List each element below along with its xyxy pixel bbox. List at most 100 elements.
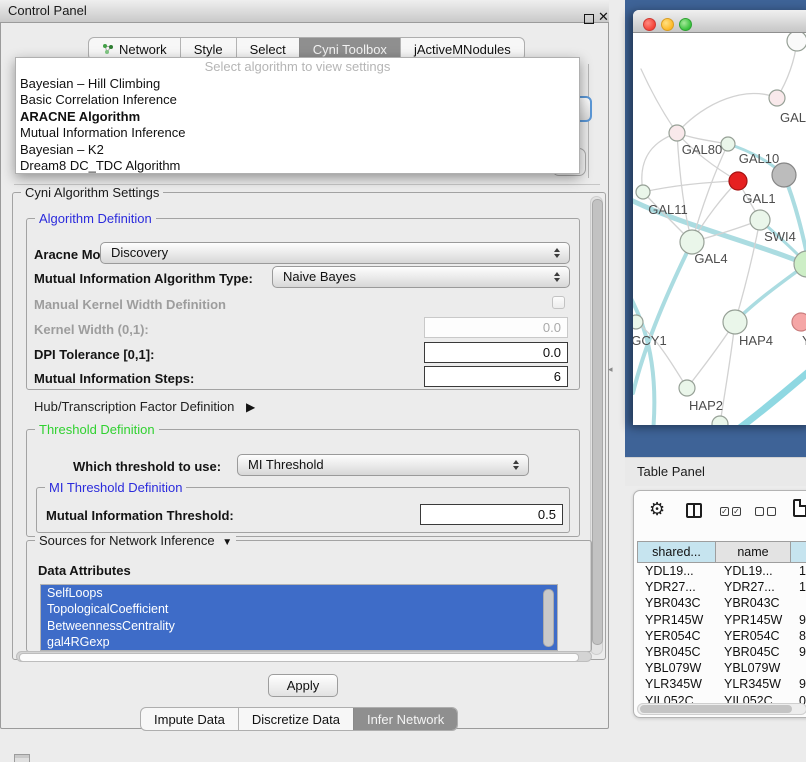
settings-hscrollbar-thumb[interactable] bbox=[19, 653, 579, 662]
manual-kernel-checkbox[interactable] bbox=[552, 296, 565, 309]
table-cell: YLR345W bbox=[716, 676, 791, 692]
algorithm-definition-title: Algorithm Definition bbox=[35, 211, 156, 226]
close-icon[interactable]: ✕ bbox=[598, 9, 609, 25]
algorithm-option[interactable]: Basic Correlation Inference bbox=[16, 92, 579, 108]
network-edge[interactable] bbox=[641, 69, 677, 133]
table-cell: YDL19... bbox=[716, 563, 791, 579]
stepper-arrows-icon bbox=[508, 460, 524, 470]
table-cell: YER054C bbox=[637, 628, 716, 644]
network-node[interactable] bbox=[769, 90, 785, 106]
tab-impute-data[interactable]: Impute Data bbox=[141, 708, 238, 730]
table-row[interactable]: YPR145WYPR145W9. bbox=[637, 612, 806, 628]
algorithm-option[interactable]: Mutual Information Inference bbox=[16, 125, 579, 141]
hub-definition-expander[interactable]: Hub/Transcription Factor Definition ▶ bbox=[34, 399, 255, 414]
mi-steps-input[interactable]: 6 bbox=[424, 366, 568, 387]
apply-button[interactable]: Apply bbox=[268, 674, 338, 697]
kernel-width-input[interactable]: 0.0 bbox=[424, 317, 568, 338]
new-table-icon[interactable] bbox=[793, 499, 806, 517]
table-row[interactable]: YBL079WYBL079W bbox=[637, 660, 806, 676]
aracne-mode-value: Discovery bbox=[101, 243, 549, 263]
sources-title-text: Sources for Network Inference bbox=[39, 533, 215, 548]
close-traffic-light-icon[interactable] bbox=[643, 18, 656, 31]
column-header[interactable]: name bbox=[716, 541, 791, 563]
column-header[interactable]: shared... bbox=[637, 541, 716, 563]
table-cell: YBL079W bbox=[716, 660, 791, 676]
control-panel-titlebar[interactable]: Control Panel bbox=[0, 0, 609, 23]
network-node[interactable] bbox=[787, 33, 806, 51]
gear-icon[interactable]: ⚙ bbox=[649, 499, 665, 520]
network-node[interactable] bbox=[772, 163, 796, 187]
tab-label: Impute Data bbox=[154, 709, 225, 730]
network-edge[interactable] bbox=[733, 351, 806, 425]
network-node-label: HAP2 bbox=[689, 398, 723, 413]
panel-divider-handle[interactable]: ◂ bbox=[608, 364, 613, 375]
network-graph: GALGAL80GAL10GAL1GAL11GAL4SWI4GCY1HAP4YH… bbox=[633, 33, 806, 425]
network-node[interactable] bbox=[669, 125, 685, 141]
attribute-item[interactable]: TopologicalCoefficient bbox=[41, 601, 557, 617]
zoom-traffic-light-icon[interactable] bbox=[679, 18, 692, 31]
table-row[interactable]: YER054CYER054C8. bbox=[637, 628, 806, 644]
attributes-scrollbar-thumb[interactable] bbox=[543, 589, 554, 647]
settings-scrollbar-thumb[interactable] bbox=[592, 199, 603, 645]
tab-label: Infer Network bbox=[367, 709, 444, 730]
manual-kernel-label: Manual Kernel Width Definition bbox=[34, 297, 226, 312]
table-row[interactable]: YBR045CYBR045C9. bbox=[637, 644, 806, 660]
network-edge[interactable] bbox=[735, 264, 806, 322]
table-cell: 8. bbox=[791, 628, 806, 644]
which-threshold-select[interactable]: MI Threshold bbox=[237, 454, 529, 476]
network-window-titlebar[interactable] bbox=[633, 10, 806, 33]
network-node-label: GAL10 bbox=[739, 151, 779, 166]
attribute-item[interactable]: BetweennessCentrality bbox=[41, 618, 557, 634]
table-row[interactable]: YDR27...YDR27...12 bbox=[637, 579, 806, 595]
network-view-window: GALGAL80GAL10GAL1GAL11GAL4SWI4GCY1HAP4YH… bbox=[633, 10, 806, 425]
table-row[interactable]: YDL19...YDL19...13 bbox=[637, 563, 806, 579]
algorithm-option[interactable]: Dream8 DC_TDC Algorithm bbox=[16, 158, 579, 174]
table-hscrollbar[interactable] bbox=[637, 703, 806, 715]
table-rows: YDL19...YDL19...13YDR27...YDR27...12YBR0… bbox=[637, 563, 806, 709]
tab-discretize-data[interactable]: Discretize Data bbox=[238, 708, 353, 730]
table-cell: 13 bbox=[791, 563, 806, 579]
network-node[interactable] bbox=[750, 210, 770, 230]
network-node[interactable] bbox=[721, 137, 735, 151]
network-edge[interactable] bbox=[643, 181, 738, 192]
network-node[interactable] bbox=[633, 315, 643, 329]
table-cell: 9. bbox=[791, 644, 806, 660]
table-toolbar: ⚙ ✓✓ bbox=[634, 491, 806, 537]
mi-type-select[interactable]: Naive Bayes bbox=[272, 266, 570, 288]
table-panel-header: Table Panel bbox=[625, 457, 806, 486]
mi-threshold-input[interactable]: 0.5 bbox=[420, 504, 563, 525]
algorithm-option[interactable]: Bayesian – K2 bbox=[16, 142, 579, 158]
attribute-item[interactable]: SelfLoops bbox=[41, 585, 557, 601]
table-hscrollbar-thumb[interactable] bbox=[640, 705, 792, 713]
algorithm-option[interactable]: ARACNE Algorithm bbox=[16, 109, 579, 125]
algorithm-option[interactable]: Bayesian – Hill Climbing bbox=[16, 76, 579, 92]
network-node[interactable] bbox=[723, 310, 747, 334]
network-node[interactable] bbox=[636, 185, 650, 199]
network-node[interactable] bbox=[729, 172, 747, 190]
table-row[interactable]: YBR043CYBR043C bbox=[637, 595, 806, 611]
columns-icon[interactable] bbox=[686, 503, 702, 518]
minimized-panel-icon[interactable] bbox=[14, 754, 30, 762]
attribute-item[interactable]: gal4RGexp bbox=[41, 634, 557, 650]
tab-infer-network[interactable]: Infer Network bbox=[353, 708, 457, 730]
table-cell: YDL19... bbox=[637, 563, 716, 579]
settings-hscrollbar[interactable] bbox=[16, 651, 592, 662]
float-window-icon[interactable] bbox=[584, 14, 594, 24]
dpi-tolerance-input[interactable]: 0.0 bbox=[424, 342, 568, 363]
network-node[interactable] bbox=[712, 416, 728, 425]
network-edge[interactable] bbox=[735, 220, 760, 322]
column-header[interactable]: A bbox=[791, 541, 806, 563]
network-canvas[interactable]: GALGAL80GAL10GAL1GAL11GAL4SWI4GCY1HAP4YH… bbox=[633, 33, 806, 425]
data-attributes-list[interactable]: SelfLoopsTopologicalCoefficientBetweenne… bbox=[40, 584, 558, 651]
minimize-traffic-light-icon[interactable] bbox=[661, 18, 674, 31]
network-edge[interactable] bbox=[642, 133, 677, 192]
sources-group-title[interactable]: Sources for Network Inference ▼ bbox=[35, 533, 236, 550]
table-row[interactable]: YLR345WYLR345W9. bbox=[637, 676, 806, 692]
select-all-columns-icon[interactable]: ✓✓ bbox=[720, 507, 741, 516]
network-edge[interactable] bbox=[677, 93, 777, 133]
network-node[interactable] bbox=[792, 313, 806, 331]
aracne-mode-select[interactable]: Discovery bbox=[100, 242, 570, 264]
stepper-arrows-icon bbox=[549, 248, 565, 258]
network-node[interactable] bbox=[679, 380, 695, 396]
deselect-all-columns-icon[interactable] bbox=[755, 507, 776, 516]
